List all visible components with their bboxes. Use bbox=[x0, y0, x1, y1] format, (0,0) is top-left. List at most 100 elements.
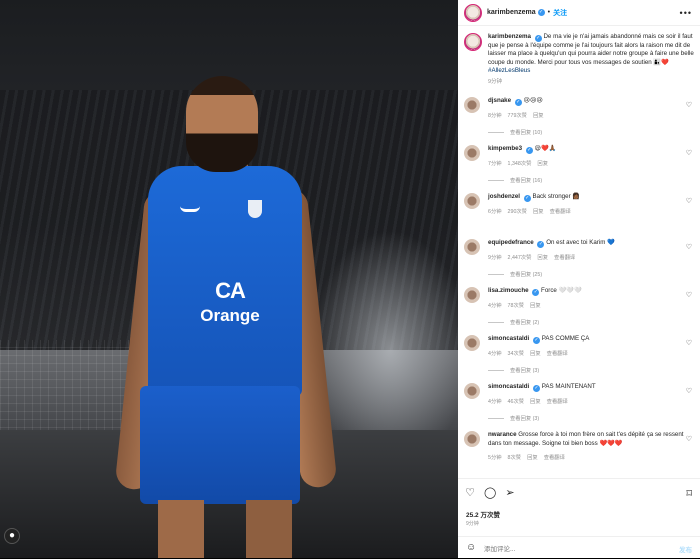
comment-input[interactable] bbox=[484, 543, 634, 555]
comment-time: 8分钟 bbox=[488, 113, 502, 120]
verified-icon: ✓ bbox=[533, 337, 540, 345]
sponsor-logo: CA Orange bbox=[200, 278, 260, 325]
bookmark-icon[interactable]: ⌑ bbox=[686, 487, 692, 500]
nike-logo bbox=[180, 206, 200, 212]
comment-time: 6分钟 bbox=[488, 209, 502, 216]
verified-icon: ✓ bbox=[534, 35, 542, 42]
comment-time: 9分钟 bbox=[488, 255, 502, 262]
verified-icon: ✓ bbox=[514, 99, 522, 107]
comment-likes[interactable]: 78次赞 bbox=[508, 303, 525, 309]
avatar[interactable] bbox=[464, 431, 480, 448]
comment-time: 4分钟 bbox=[488, 399, 502, 406]
more-icon[interactable]: ••• bbox=[680, 8, 692, 18]
avatar[interactable] bbox=[464, 239, 480, 256]
avatar[interactable] bbox=[464, 193, 480, 210]
avatar[interactable] bbox=[464, 33, 482, 51]
comment-username[interactable]: simoncastaldi bbox=[488, 335, 529, 342]
comment-username[interactable]: lisa.zimouche bbox=[488, 287, 529, 294]
reply-button[interactable]: 回复 bbox=[530, 399, 541, 405]
comment-username[interactable]: kimpembe3 bbox=[488, 145, 522, 152]
post-header: karimbenzema ✓ • 关注 ••• bbox=[458, 0, 700, 26]
heart-icon[interactable]: ♡ bbox=[686, 435, 692, 443]
comment: simoncastaldi ✓ PAS MAINTENANT 4分钟 46次赞 回复… bbox=[458, 383, 700, 431]
avatar[interactable] bbox=[464, 383, 480, 400]
comment: simoncastaldi ✓ PAS COMME ÇA 4分钟 34次赞 回复 查看… bbox=[458, 335, 700, 383]
view-replies[interactable]: 查看回复 (16) bbox=[488, 176, 684, 184]
translate-button[interactable]: 查看翻译 bbox=[550, 209, 571, 215]
comment-likes[interactable]: 8次赞 bbox=[508, 455, 522, 461]
comment-time: 4分钟 bbox=[488, 351, 502, 358]
post-photo[interactable]: CA Orange ● bbox=[0, 0, 458, 558]
avatar[interactable] bbox=[464, 3, 482, 22]
translate-button[interactable]: 查看翻译 bbox=[547, 351, 568, 357]
reply-button[interactable]: 回复 bbox=[537, 161, 548, 167]
avatar[interactable] bbox=[464, 97, 480, 114]
translate-button[interactable]: 查看翻译 bbox=[544, 455, 565, 461]
heart-icon[interactable]: ♡ bbox=[686, 243, 692, 251]
verified-icon: ✓ bbox=[537, 241, 545, 249]
translate-button[interactable]: 查看翻译 bbox=[547, 399, 568, 405]
comment: lisa.zimouche ✓ Force 🤍🤍🤍 4分钟 78次赞 回复 查看回复… bbox=[458, 287, 700, 335]
heart-icon[interactable]: ♡ bbox=[686, 339, 692, 347]
avatar[interactable] bbox=[464, 335, 480, 352]
reply-button[interactable]: 回复 bbox=[530, 351, 541, 357]
view-replies[interactable]: 查看回复 (3) bbox=[488, 366, 684, 374]
post-modal: CA Orange ● karimbenzema ✓ • 关注 ••• kari… bbox=[0, 0, 700, 558]
like-count[interactable]: 25.2 万次赞 bbox=[466, 509, 500, 519]
post-actions: ♡ ◯ ➢ ⌑ 25.2 万次赞 9分钟 ☺ 发布 bbox=[458, 478, 700, 558]
comment-likes[interactable]: 46次赞 bbox=[508, 399, 525, 405]
caption-username[interactable]: karimbenzema bbox=[488, 33, 531, 40]
caption-time: 9分钟 bbox=[488, 79, 503, 86]
heart-icon[interactable]: ♡ bbox=[686, 387, 692, 395]
comment-username[interactable]: equipedefrance bbox=[488, 239, 534, 246]
heart-icon[interactable]: ♡ bbox=[686, 149, 692, 157]
reply-button[interactable]: 回复 bbox=[533, 209, 544, 215]
comment-username[interactable]: djsnake bbox=[488, 97, 511, 104]
comment: equipedefrance ✓ On est avec toi Karim 💙… bbox=[458, 239, 700, 287]
heart-icon[interactable]: ♡ bbox=[464, 487, 476, 499]
heart-icon[interactable]: ♡ bbox=[686, 291, 692, 299]
reply-button[interactable]: 回复 bbox=[537, 255, 548, 261]
view-replies[interactable]: 查看回复 (10) bbox=[488, 128, 684, 136]
comment-text: 😢😢😢 bbox=[523, 97, 543, 105]
share-icon[interactable]: ➢ bbox=[504, 487, 516, 499]
player-figure: CA Orange bbox=[114, 70, 338, 558]
post-comment-button[interactable]: 发布 bbox=[679, 544, 692, 554]
author-username[interactable]: karimbenzema bbox=[487, 9, 536, 16]
shorts bbox=[140, 386, 300, 504]
follow-button[interactable]: 关注 bbox=[553, 8, 567, 18]
hashtag-link[interactable]: #AllezLesBleus bbox=[488, 67, 530, 74]
heart-icon[interactable]: ♡ bbox=[686, 197, 692, 205]
avatar[interactable] bbox=[464, 287, 480, 304]
comment-icon[interactable]: ◯ bbox=[484, 487, 496, 499]
comment-time: 7分钟 bbox=[488, 161, 502, 168]
comment-likes[interactable]: 1,348次赞 bbox=[508, 161, 532, 167]
comment: kimpembe3 ✓ 😪❤️🙏🏾 7分钟 1,348次赞 回复 查看回复 (16)… bbox=[458, 145, 700, 193]
verified-icon: ✓ bbox=[532, 289, 540, 297]
verified-icon: ✓ bbox=[523, 195, 531, 203]
emoji-icon[interactable]: ☺ bbox=[466, 542, 476, 553]
heart-icon[interactable]: ♡ bbox=[686, 101, 692, 109]
comment-time: 4分钟 bbox=[488, 303, 502, 310]
comment: nwarance Grosse force à toi mon frère on… bbox=[458, 431, 700, 471]
comment-text: PAS MAINTENANT bbox=[541, 383, 596, 391]
comment-username[interactable]: joshdenzel bbox=[488, 193, 520, 200]
reply-button[interactable]: 回复 bbox=[530, 303, 541, 309]
translate-button[interactable]: 查看翻译 bbox=[554, 255, 575, 261]
comment-text: 😪❤️🙏🏾 bbox=[534, 145, 557, 153]
comment-username[interactable]: nwarance bbox=[488, 431, 517, 438]
comment-likes[interactable]: 34次赞 bbox=[508, 351, 525, 357]
view-replies[interactable]: 查看回复 (25) bbox=[488, 270, 684, 278]
comments-list[interactable]: karimbenzema ✓ De ma vie je n'ai jamais … bbox=[458, 27, 700, 478]
reply-button[interactable]: 回复 bbox=[527, 455, 538, 461]
avatar[interactable] bbox=[464, 145, 480, 162]
view-replies[interactable]: 查看回复 (3) bbox=[488, 414, 684, 422]
reply-button[interactable]: 回复 bbox=[533, 113, 544, 119]
comment-text: PAS COMME ÇA bbox=[541, 335, 590, 343]
comment-username[interactable]: simoncastaldi bbox=[488, 383, 529, 390]
user-tag-icon[interactable]: ● bbox=[4, 528, 20, 544]
comment-likes[interactable]: 290次赞 bbox=[508, 209, 527, 215]
comment-likes[interactable]: 2,447次赞 bbox=[508, 255, 532, 261]
comment-likes[interactable]: 779次赞 bbox=[508, 113, 527, 119]
view-replies[interactable]: 查看回复 (2) bbox=[488, 318, 684, 326]
